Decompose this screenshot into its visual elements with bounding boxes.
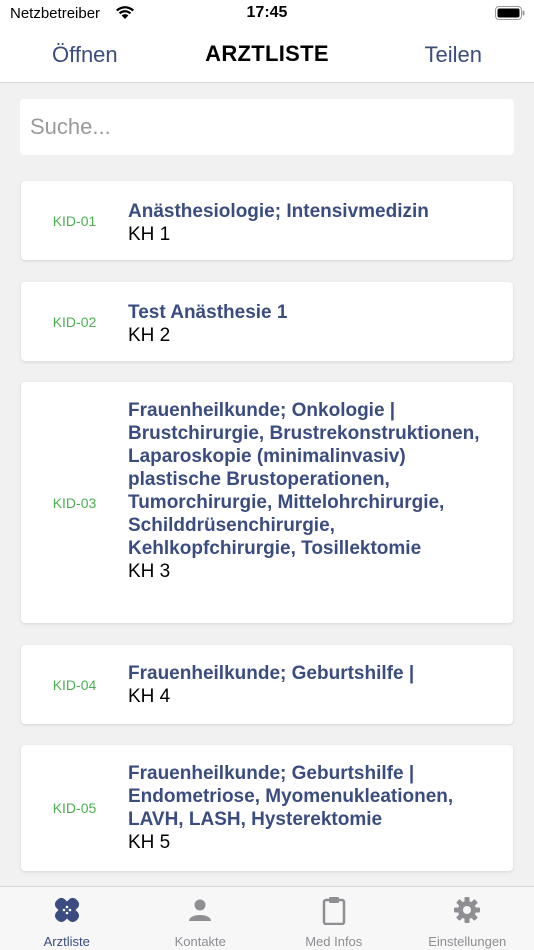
tab-arztliste[interactable]: Arztliste bbox=[0, 887, 134, 950]
list-item-id: KID-02 bbox=[52, 314, 97, 330]
gear-icon bbox=[454, 897, 481, 923]
list-item-subtitle: KH 2 bbox=[128, 325, 171, 346]
doctor-list-icon bbox=[54, 897, 79, 923]
share-button[interactable]: Teilen bbox=[425, 42, 482, 68]
clipboard-icon bbox=[322, 897, 345, 925]
tab-med-infos[interactable]: Med Infos bbox=[267, 887, 401, 950]
list-item[interactable]: KID-01 Anästhesiologie; Intensivmedizin … bbox=[21, 181, 513, 260]
person-icon bbox=[189, 899, 212, 921]
status-time: 17:45 bbox=[246, 4, 288, 21]
list-item-id: KID-03 bbox=[52, 495, 97, 511]
list-item[interactable]: KID-05 Frauenheilkunde; Geburtshilfe | E… bbox=[21, 745, 513, 871]
list-item-title: Frauenheilkunde; Onkologie | Brustchirur… bbox=[128, 400, 480, 559]
list-item-id: KID-01 bbox=[52, 213, 97, 229]
list-item-subtitle: KH 5 bbox=[128, 832, 171, 853]
list-item[interactable]: KID-04 Frauenheilkunde; Geburtshilfe | K… bbox=[21, 645, 513, 724]
list-item-title: Frauenheilkunde; Geburtshilfe | bbox=[128, 663, 415, 684]
tab-einstellungen[interactable]: Einstellungen bbox=[401, 887, 534, 950]
status-bar: Netzbetreiber 17:45 bbox=[0, 0, 534, 28]
tab-label: Kontakte bbox=[174, 934, 226, 949]
list-item-subtitle: KH 3 bbox=[128, 561, 171, 582]
search-box bbox=[20, 99, 514, 155]
list-item-title: Frauenheilkunde; Geburtshilfe | Endometr… bbox=[128, 763, 454, 830]
list-item-id: KID-05 bbox=[52, 800, 97, 816]
tab-bar: Arztliste Kontakte Med Infos Einstellung… bbox=[0, 886, 534, 950]
navigation-bar: Öffnen ARZTLISTE Teilen bbox=[0, 28, 534, 83]
list-item-title: Anästhesiologie; Intensivmedizin bbox=[128, 201, 429, 222]
list-item-subtitle: KH 4 bbox=[128, 686, 171, 707]
tab-label: Arztliste bbox=[43, 934, 90, 949]
list-item-subtitle: KH 1 bbox=[128, 224, 171, 245]
list-item-id: KID-04 bbox=[52, 677, 97, 693]
open-button[interactable]: Öffnen bbox=[52, 42, 118, 68]
list-item-title: Test Anästhesie 1 bbox=[128, 302, 288, 323]
tab-label: Einstellungen bbox=[428, 934, 507, 949]
list-item[interactable]: KID-03 Frauenheilkunde; Onkologie | Brus… bbox=[21, 382, 513, 623]
tab-kontakte[interactable]: Kontakte bbox=[134, 887, 268, 950]
list-item[interactable]: KID-02 Test Anästhesie 1 KH 2 bbox=[21, 282, 513, 361]
battery-icon bbox=[495, 6, 525, 20]
tab-label: Med Infos bbox=[305, 934, 363, 949]
search-input[interactable] bbox=[20, 99, 514, 155]
